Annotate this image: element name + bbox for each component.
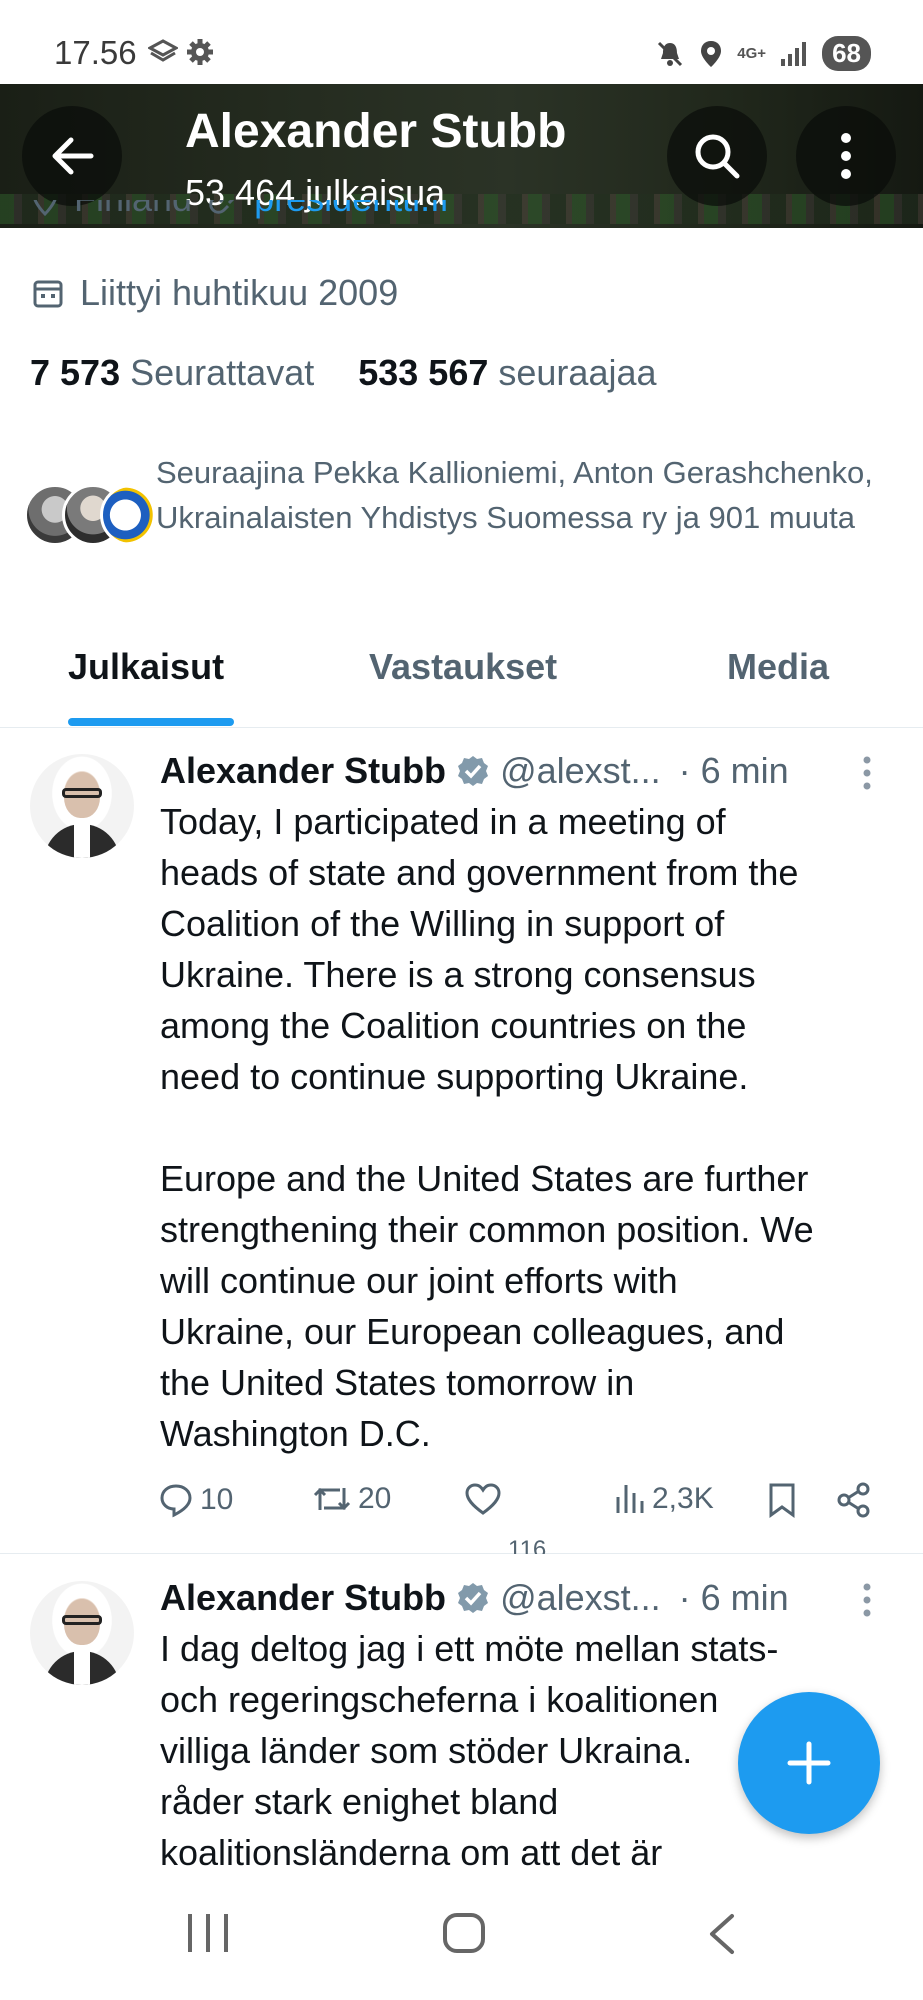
post-more-button[interactable] bbox=[862, 1583, 872, 1622]
tab-posts[interactable]: Julkaisut bbox=[68, 646, 224, 688]
verified-badge-icon bbox=[458, 1583, 489, 1613]
more-vertical-icon bbox=[863, 1583, 871, 1617]
post-author-handle[interactable]: @alexst... bbox=[500, 750, 661, 792]
followers-count: 533 567 bbox=[358, 352, 489, 393]
bookmark-button[interactable] bbox=[768, 1482, 796, 1518]
location-pin-icon bbox=[33, 200, 57, 217]
post-author-name[interactable]: Alexander Stubb bbox=[160, 750, 446, 792]
more-vertical-icon bbox=[863, 756, 871, 790]
battery-indicator: 68 bbox=[822, 36, 871, 71]
search-icon bbox=[695, 134, 740, 179]
more-options-button[interactable] bbox=[796, 106, 896, 206]
share-button[interactable] bbox=[836, 1482, 872, 1518]
avatar[interactable] bbox=[30, 754, 134, 858]
recent-apps-icon bbox=[188, 1914, 228, 1952]
reply-count: 10 bbox=[200, 1483, 234, 1516]
repost-button[interactable]: 20 bbox=[312, 1482, 391, 1516]
system-nav-bar bbox=[0, 1868, 923, 2000]
joined-date: Liittyi huhtikuu 2009 bbox=[80, 272, 399, 313]
recent-apps-button[interactable] bbox=[186, 1912, 230, 1959]
network-type: 4G+ bbox=[737, 45, 767, 62]
signal-icon bbox=[781, 41, 807, 66]
mute-icon bbox=[658, 41, 683, 66]
active-tab-indicator bbox=[68, 718, 234, 726]
repost-count: 20 bbox=[358, 1482, 392, 1515]
profile-meta-line: Finland presidentti.fi bbox=[30, 200, 730, 228]
post-actions: 10 20 116 2,3K bbox=[158, 1482, 878, 1554]
reply-button[interactable]: 10 bbox=[158, 1482, 233, 1518]
heart-icon bbox=[465, 1483, 501, 1515]
bookmark-icon bbox=[769, 1483, 795, 1518]
arrow-left-icon bbox=[52, 137, 94, 175]
home-icon bbox=[443, 1913, 485, 1953]
analytics-icon bbox=[616, 1485, 644, 1513]
verified-badge-icon bbox=[458, 756, 489, 786]
home-button[interactable] bbox=[442, 1912, 486, 1959]
following-label: Seurattavat bbox=[130, 352, 315, 393]
calendar-icon bbox=[33, 280, 63, 308]
profile-website-link[interactable]: presidentti.fi bbox=[254, 200, 448, 220]
search-button[interactable] bbox=[667, 106, 767, 206]
settings-icon bbox=[187, 39, 213, 65]
views-count: 2,3K bbox=[652, 1482, 714, 1515]
followers-you-know[interactable]: Seuraajina Pekka Kallioniemi, Anton Gera… bbox=[24, 450, 904, 590]
link-icon bbox=[209, 200, 235, 214]
more-vertical-icon bbox=[841, 133, 851, 179]
profile-location: Finland bbox=[74, 200, 192, 220]
views-button[interactable]: 2,3K bbox=[614, 1482, 714, 1516]
tab-replies[interactable]: Vastaukset bbox=[369, 646, 557, 688]
system-back-button[interactable] bbox=[706, 1912, 738, 1961]
followers-link[interactable]: 533 567 seuraajaa bbox=[358, 352, 656, 394]
back-button[interactable] bbox=[22, 106, 122, 206]
chevron-left-icon bbox=[710, 1914, 734, 1954]
header-title: Alexander Stubb bbox=[185, 105, 567, 158]
following-link[interactable]: 7 573 Seurattavat bbox=[30, 352, 314, 394]
plus-icon bbox=[787, 1741, 831, 1785]
followers-label: seuraajaa bbox=[498, 352, 657, 393]
post-more-button[interactable] bbox=[862, 756, 872, 795]
follower-avatars bbox=[24, 484, 162, 550]
location-icon bbox=[701, 40, 722, 67]
post-author-name[interactable]: Alexander Stubb bbox=[160, 1577, 446, 1619]
post-text: Today, I participated in a meeting of he… bbox=[160, 801, 814, 1454]
like-count: 116 bbox=[508, 1538, 547, 1554]
post-author-handle[interactable]: @alexst... bbox=[500, 1577, 661, 1619]
status-bar: 17.56 4G+ 68 bbox=[0, 0, 923, 84]
post[interactable]: Alexander Stubb @alexst... · 6 min Today… bbox=[0, 728, 923, 1554]
follow-stats: 7 573 Seurattavat 533 567 seuraajaa bbox=[30, 352, 657, 394]
reply-icon bbox=[160, 1484, 192, 1518]
post-timestamp[interactable]: · 6 min bbox=[679, 1577, 789, 1619]
avatar[interactable] bbox=[30, 1581, 134, 1685]
repost-icon bbox=[313, 1487, 351, 1511]
share-icon bbox=[837, 1482, 870, 1518]
tab-media[interactable]: Media bbox=[727, 646, 829, 688]
like-button[interactable] bbox=[464, 1482, 502, 1516]
profile-tabs: Julkaisut Vastaukset Media bbox=[0, 620, 923, 728]
status-time: 17.56 bbox=[54, 34, 137, 71]
profile-joined: Liittyi huhtikuu 2009 bbox=[32, 272, 398, 314]
layers-icon bbox=[148, 39, 178, 62]
followers-you-know-text: Seuraajina Pekka Kallioniemi, Anton Gera… bbox=[156, 455, 873, 535]
following-count: 7 573 bbox=[30, 352, 121, 393]
post-timestamp[interactable]: · 6 min bbox=[679, 750, 789, 792]
avatar bbox=[100, 484, 162, 546]
compose-post-button[interactable] bbox=[738, 1692, 880, 1834]
